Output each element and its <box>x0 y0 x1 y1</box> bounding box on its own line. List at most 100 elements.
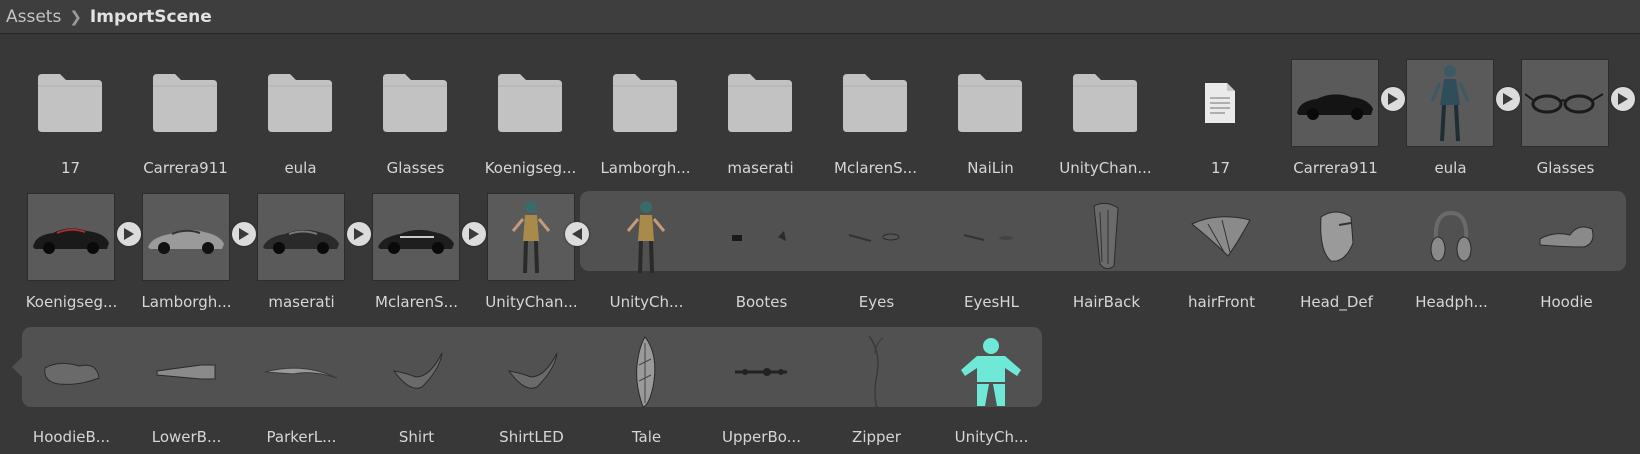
sub-asset-tile[interactable]: Head_Def <box>1279 189 1394 319</box>
collapse-play-icon[interactable] <box>565 222 589 246</box>
car-model-thumbnail <box>27 193 115 281</box>
mesh-thumbnail <box>717 328 805 416</box>
sub-asset-tile[interactable]: UnityCh... <box>934 324 1049 454</box>
folder-icon <box>946 59 1034 147</box>
asset-label: eula <box>1434 159 1467 177</box>
breadcrumb-current[interactable]: ImportScene <box>90 7 212 27</box>
asset-label: Koenigseg... <box>484 159 577 177</box>
asset-label: hairFront <box>1188 293 1255 311</box>
asset-tile[interactable]: 17 <box>1163 55 1278 185</box>
folder-icon <box>256 59 344 147</box>
sub-asset-tile[interactable]: UnityCh... <box>589 189 704 319</box>
sub-asset-tile[interactable]: Eyes <box>819 189 934 319</box>
character-model-thumbnail <box>1406 59 1494 147</box>
asset-tile[interactable]: MclarenS... <box>818 55 933 185</box>
mesh-thumbnail <box>1062 193 1150 281</box>
chevron-right-icon: ❯ <box>69 7 82 26</box>
asset-label: MclarenS... <box>834 159 917 177</box>
asset-tile[interactable]: UnityChan... <box>474 189 589 319</box>
asset-tile[interactable]: 17 <box>13 55 128 185</box>
glasses-model-thumbnail <box>1521 59 1609 147</box>
car-model-thumbnail <box>372 193 460 281</box>
sub-asset-tile[interactable]: HairBack <box>1049 189 1164 319</box>
asset-label: ShirtLED <box>499 428 564 446</box>
breadcrumb-root[interactable]: Assets <box>6 7 61 27</box>
asset-label: LowerB... <box>151 428 222 446</box>
sub-asset-tile[interactable]: Hoodie <box>1509 189 1624 319</box>
asset-label: Shirt <box>398 428 435 446</box>
asset-label: Glasses <box>386 159 445 177</box>
sub-asset-tile[interactable]: HoodieB... <box>14 324 129 454</box>
asset-tile[interactable]: eula <box>243 55 358 185</box>
mesh-thumbnail <box>832 193 920 281</box>
sub-asset-tile[interactable]: UpperBo... <box>704 324 819 454</box>
asset-tile[interactable]: NaiLin <box>933 55 1048 185</box>
sub-asset-tile[interactable]: EyesHL <box>934 189 1049 319</box>
mesh-thumbnail <box>487 328 575 416</box>
asset-label: 17 <box>60 159 81 177</box>
asset-label: UpperBo... <box>722 428 801 446</box>
asset-label: Bootes <box>735 293 788 311</box>
folder-icon <box>141 59 229 147</box>
asset-label: HoodieB... <box>32 428 111 446</box>
asset-label: UnityCh... <box>609 293 684 311</box>
asset-label: ParkerL... <box>266 428 337 446</box>
asset-label: Hoodie <box>1540 293 1593 311</box>
breadcrumb: Assets ❯ ImportScene <box>0 0 1640 34</box>
text-file-icon <box>1176 59 1264 147</box>
asset-label: Tale <box>631 428 662 446</box>
sub-asset-tile[interactable]: Tale <box>589 324 704 454</box>
asset-label: Carrera911 <box>1293 159 1378 177</box>
asset-tile[interactable]: Lamborgh... <box>588 55 703 185</box>
sub-asset-tile[interactable]: hairFront <box>1164 189 1279 319</box>
asset-tile[interactable]: Carrera911 <box>128 55 243 185</box>
sub-asset-tile[interactable]: LowerB... <box>129 324 244 454</box>
asset-tile[interactable]: maserati <box>703 55 818 185</box>
mesh-thumbnail <box>27 328 115 416</box>
asset-label: UnityChan... <box>485 293 578 311</box>
sub-asset-tile[interactable]: ParkerL... <box>244 324 359 454</box>
sub-asset-tile[interactable]: ShirtLED <box>474 324 589 454</box>
mesh-thumbnail <box>1522 193 1610 281</box>
expand-play-icon[interactable] <box>1611 87 1635 111</box>
asset-label: UnityChan... <box>1059 159 1152 177</box>
sub-asset-tile[interactable]: Headph... <box>1394 189 1509 319</box>
asset-tile[interactable]: eula <box>1393 55 1520 185</box>
asset-tile[interactable]: Lamborgh... <box>129 189 256 319</box>
asset-tile[interactable]: maserati <box>244 189 371 319</box>
asset-tile[interactable]: Koenigseg... <box>473 55 588 185</box>
asset-tile[interactable]: Koenigseg... <box>14 189 141 319</box>
sub-asset-tile[interactable]: Bootes <box>704 189 819 319</box>
asset-label: Lamborgh... <box>141 293 232 311</box>
asset-tile[interactable]: UnityChan... <box>1048 55 1163 185</box>
car-model-thumbnail <box>142 193 230 281</box>
asset-label: Headph... <box>1415 293 1488 311</box>
mesh-thumbnail <box>1407 193 1495 281</box>
asset-label: EyesHL <box>963 293 1020 311</box>
asset-label: Zipper <box>852 428 901 446</box>
mesh-thumbnail <box>257 328 345 416</box>
mesh-thumbnail <box>1292 193 1380 281</box>
asset-label: 17 <box>1210 159 1231 177</box>
asset-tile[interactable]: Carrera911 <box>1278 55 1405 185</box>
asset-label: Carrera911 <box>143 159 228 177</box>
asset-label: Lamborgh... <box>600 159 691 177</box>
mesh-thumbnail <box>1177 193 1265 281</box>
car-model-thumbnail <box>257 193 345 281</box>
folder-icon <box>486 59 574 147</box>
mesh-thumbnail <box>602 328 690 416</box>
asset-tile[interactable]: MclarenS... <box>359 189 486 319</box>
asset-label: Eyes <box>858 293 895 311</box>
asset-label: MclarenS... <box>375 293 458 311</box>
asset-tile[interactable]: Glasses <box>1508 55 1635 185</box>
character-model-thumbnail <box>487 193 575 281</box>
mesh-thumbnail <box>947 193 1035 281</box>
folder-icon <box>831 59 919 147</box>
asset-label: NaiLin <box>967 159 1014 177</box>
asset-tile[interactable]: Glasses <box>358 55 473 185</box>
car-model-thumbnail <box>1291 59 1379 147</box>
folder-icon <box>1061 59 1149 147</box>
character-model-thumbnail <box>602 193 690 281</box>
sub-asset-tile[interactable]: Zipper <box>819 324 934 454</box>
sub-asset-tile[interactable]: Shirt <box>359 324 474 454</box>
